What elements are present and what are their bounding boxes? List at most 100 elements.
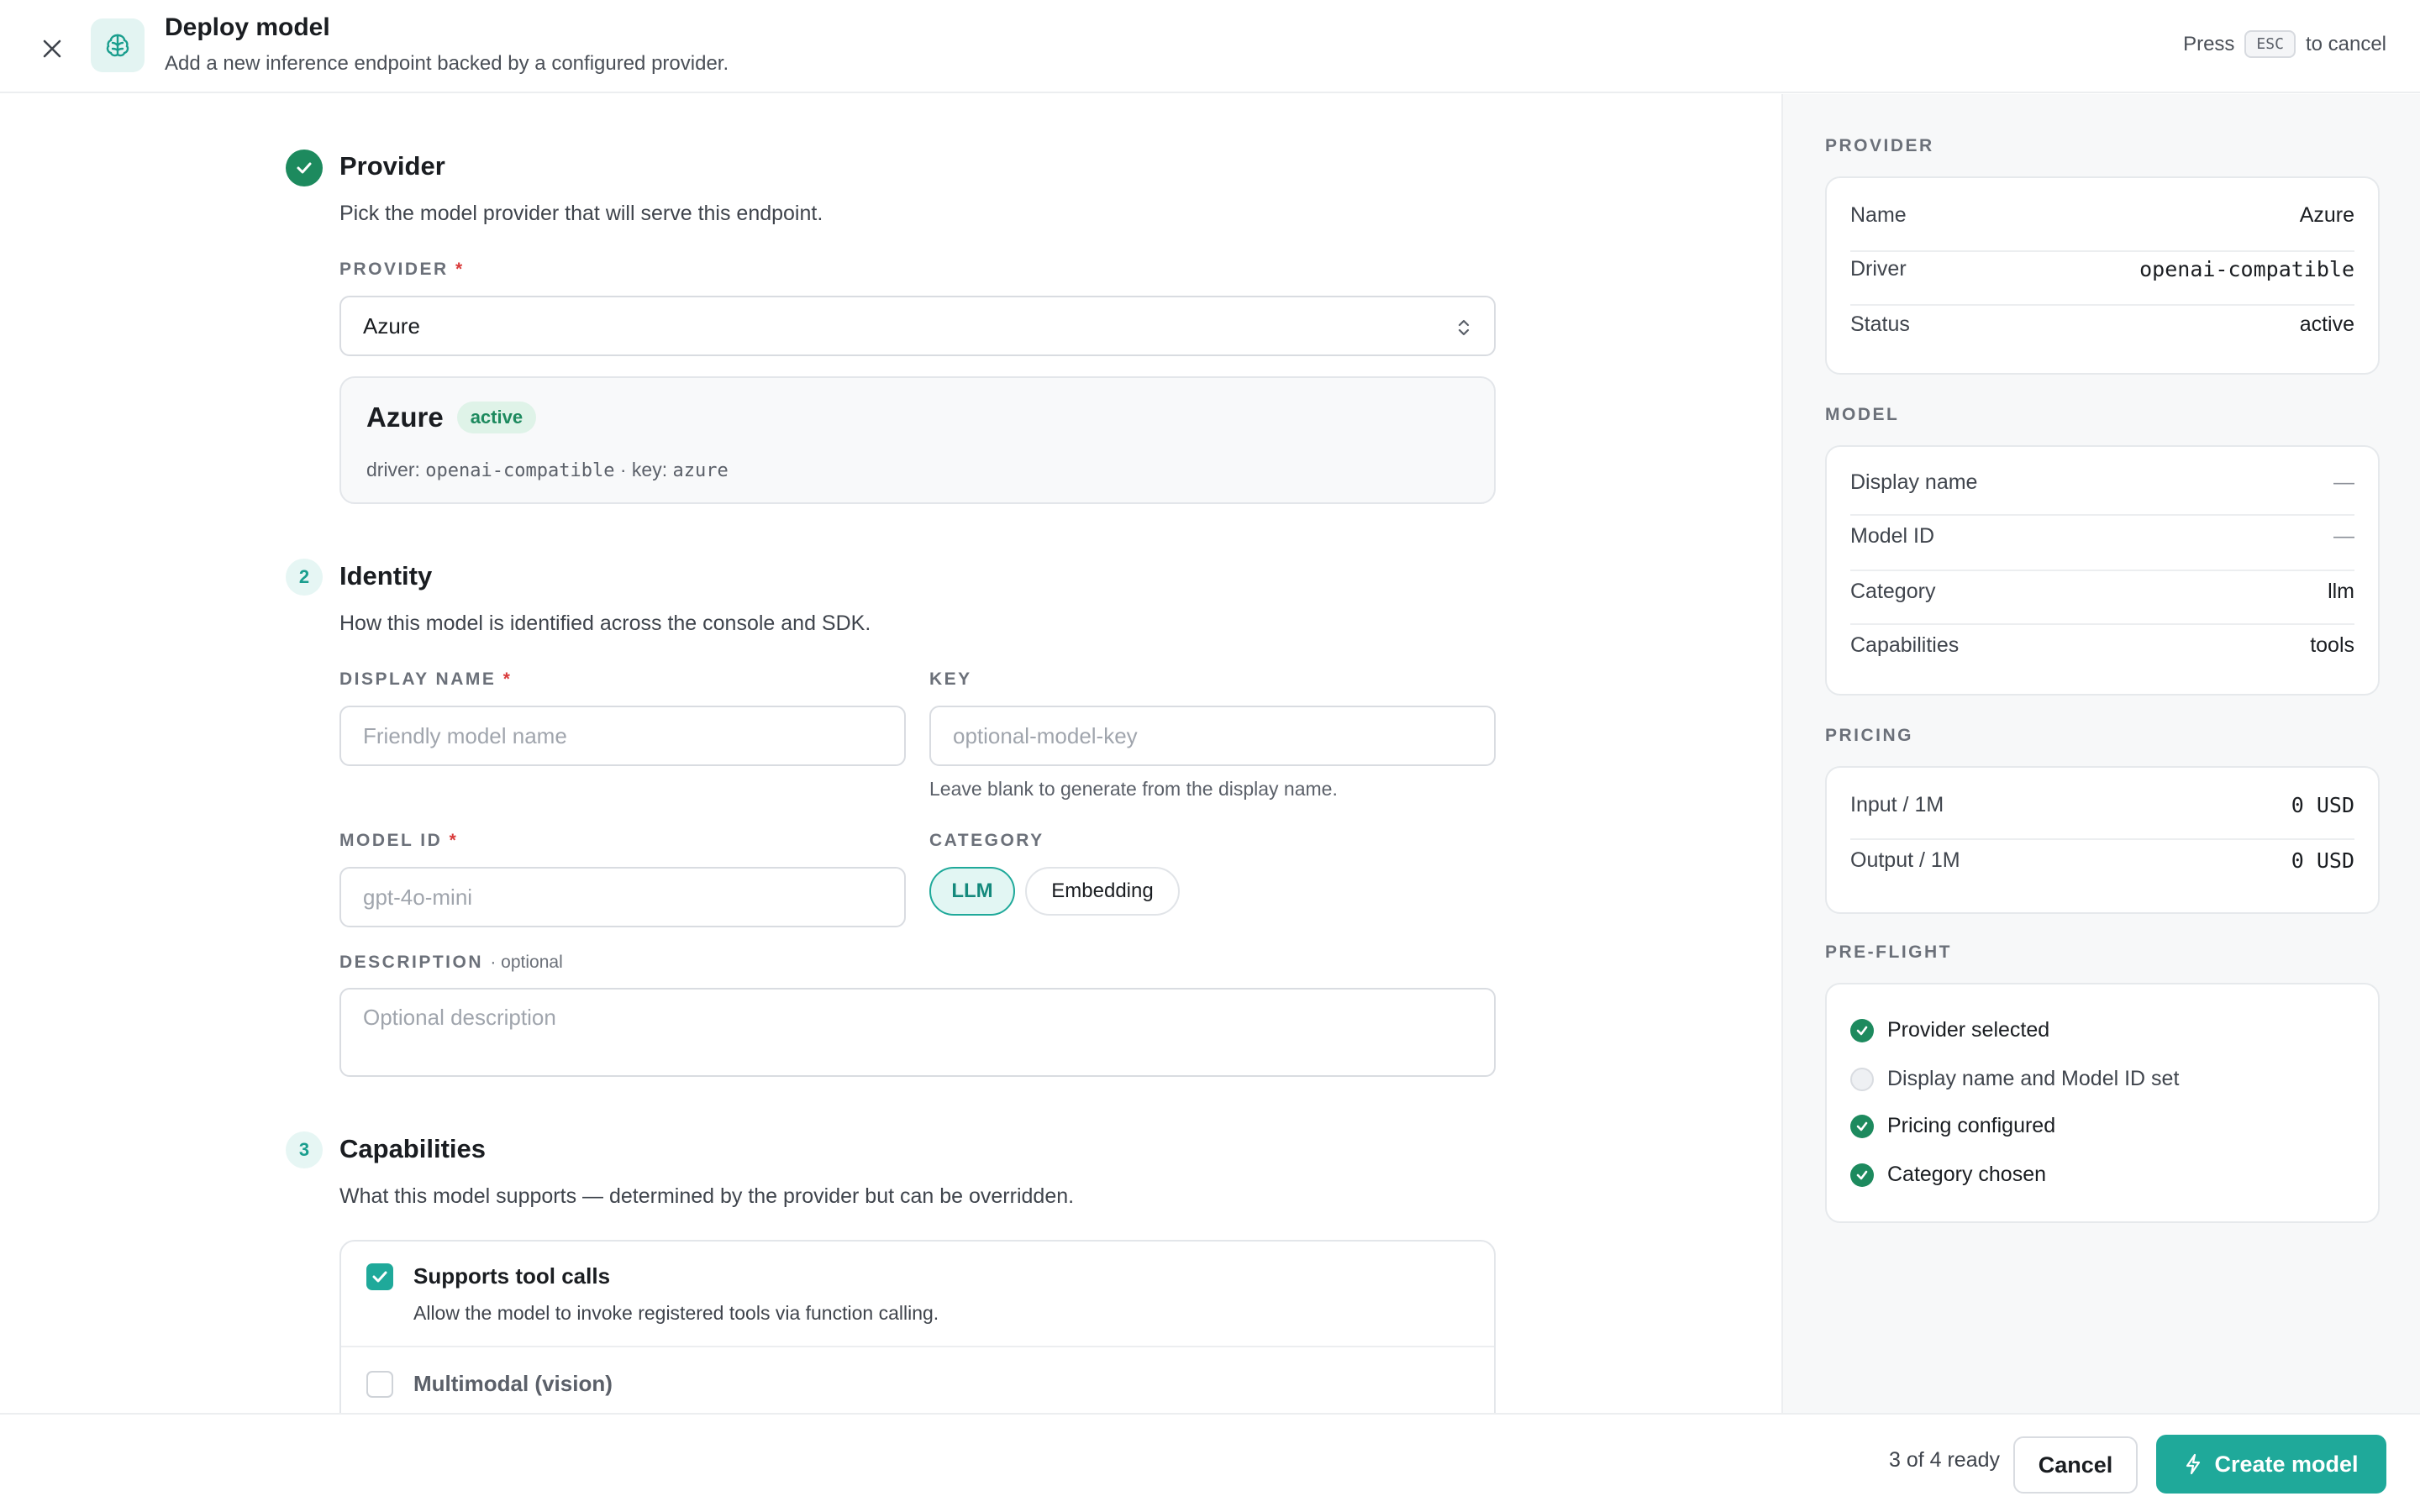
dialog-header: Deploy model Add a new inference endpoin… — [0, 0, 2420, 93]
section-desc-capabilities: What this model supports — determined by… — [339, 1184, 1075, 1208]
esc-hint-suffix: to cancel — [2305, 32, 2386, 55]
required-marker: * — [455, 260, 465, 279]
chevron-updown-icon — [1458, 319, 1470, 336]
esc-hint-prefix: Press — [2183, 32, 2235, 55]
esc-hint: Press ESC to cancel — [2183, 30, 2386, 58]
summary-row: Output / 1M 0 USD — [1850, 848, 2354, 873]
category-option-llm[interactable]: LLM — [929, 867, 1015, 916]
summary-key: Input / 1M — [1850, 793, 1944, 816]
section-desc-provider: Pick the model provider that will serve … — [339, 202, 823, 225]
display-name-label-text: DISPLAY NAME — [339, 669, 497, 689]
model-id-label: MODEL ID * — [339, 831, 458, 851]
capabilities-list: Supports tool calls Allow the model to i… — [339, 1240, 1496, 1413]
divider — [1850, 304, 2354, 306]
meta-separator: · — [619, 459, 627, 480]
summary-row: Status active — [1850, 312, 2354, 337]
provider-info-card: Azure active driver: openai-compatible ·… — [339, 376, 1496, 504]
description-label: DESCRIPTION · optional — [339, 953, 563, 973]
summary-row: Model ID — — [1850, 524, 2354, 549]
capability-item[interactable]: Supports tool calls Allow the model to i… — [341, 1242, 1494, 1347]
sidebar-pricing-label: PRICING — [1825, 726, 1914, 745]
status-badge: active — [456, 402, 537, 433]
summary-value: 0 USD — [2291, 848, 2354, 873]
provider-select[interactable]: Azure — [339, 296, 1496, 356]
required-marker: * — [449, 831, 459, 850]
check-circle-icon — [1850, 1114, 1874, 1138]
capability-title: Multimodal (vision) — [413, 1371, 613, 1396]
ready-status: 3 of 4 ready — [1888, 1448, 2000, 1472]
key-value: azure — [672, 460, 729, 481]
display-name-input[interactable] — [339, 706, 906, 766]
step-capabilities: 3 — [286, 1131, 323, 1168]
divider — [1850, 514, 2354, 516]
divider — [1850, 570, 2354, 571]
provider-card-header: Azure active — [366, 402, 537, 433]
close-icon[interactable] — [41, 38, 63, 60]
model-logo — [91, 18, 145, 72]
driver-label: driver: — [366, 459, 420, 480]
create-model-button[interactable]: Create model — [2156, 1435, 2386, 1494]
summary-row: Name Azure — [1850, 203, 2354, 228]
summary-value: active — [2299, 312, 2354, 336]
section-title-capabilities: Capabilities — [339, 1134, 486, 1163]
summary-key: Status — [1850, 312, 1910, 336]
key-input[interactable] — [929, 706, 1496, 766]
summary-value: tools — [2310, 633, 2354, 657]
preflight-label: Provider selected — [1887, 1018, 2050, 1042]
summary-key: Display name — [1850, 470, 1978, 494]
preflight-item: Display name and Model ID set — [1850, 1067, 2179, 1091]
create-model-label: Create model — [2214, 1451, 2359, 1477]
close-button[interactable] — [34, 30, 71, 67]
check-icon — [297, 162, 312, 174]
divider — [1850, 623, 2354, 625]
summary-row: Capabilities tools — [1850, 633, 2354, 658]
step-provider-done — [286, 150, 323, 186]
bolt-icon — [2186, 1453, 2201, 1475]
description-textarea[interactable] — [339, 988, 1496, 1077]
capability-checkbox-vision[interactable] — [366, 1371, 393, 1398]
provider-field-label: PROVIDER * — [339, 260, 465, 280]
model-id-input[interactable] — [339, 867, 906, 927]
cancel-button[interactable]: Cancel — [2013, 1436, 2138, 1494]
summary-key: Output / 1M — [1850, 848, 1960, 872]
pending-circle-icon — [1850, 1067, 1874, 1091]
summary-row: Display name — — [1850, 470, 2354, 495]
sidebar-preflight-card: Provider selected Display name and Model… — [1825, 983, 2380, 1223]
check-icon — [372, 1271, 387, 1283]
summary-key: Name — [1850, 203, 1907, 227]
section-title-provider: Provider — [339, 151, 445, 181]
sidebar-preflight-label: PRE-FLIGHT — [1825, 942, 1952, 962]
preflight-item: Category chosen — [1850, 1163, 2046, 1187]
optional-marker: · optional — [490, 953, 563, 972]
capability-checkbox-tools[interactable] — [366, 1263, 393, 1290]
required-marker: * — [502, 669, 513, 689]
category-option-embedding[interactable]: Embedding — [1025, 867, 1180, 916]
brain-icon — [106, 34, 129, 57]
summary-row: Category llm — [1850, 580, 2354, 604]
summary-key: Capabilities — [1850, 633, 1960, 657]
dialog-subtitle: Add a new inference endpoint backed by a… — [165, 52, 729, 75]
summary-value: — — [2333, 470, 2354, 494]
sidebar-pricing-card: Input / 1M 0 USD Output / 1M 0 USD — [1825, 766, 2380, 914]
esc-key: ESC — [2244, 30, 2296, 58]
dialog-title: Deploy model — [165, 13, 330, 41]
provider-card-meta: driver: openai-compatible · key: azure — [366, 459, 729, 481]
section-desc-identity: How this model is identified across the … — [339, 612, 871, 635]
model-id-label-text: MODEL ID — [339, 831, 443, 850]
key-label: key: — [631, 459, 668, 480]
form-main: Provider Pick the model provider that wi… — [0, 94, 1781, 1413]
summary-value: llm — [2328, 580, 2354, 603]
summary-value: 0 USD — [2291, 793, 2354, 817]
capability-desc: Allow the model to invoke registered too… — [413, 1302, 939, 1324]
key-hint: Leave blank to generate from the display… — [929, 778, 1338, 800]
provider-card-name: Azure — [366, 402, 444, 433]
summary-row: Driver openai-compatible — [1850, 257, 2354, 281]
summary-value: — — [2333, 524, 2354, 548]
driver-value: openai-compatible — [425, 460, 615, 481]
preflight-label: Pricing configured — [1887, 1114, 2056, 1137]
provider-select-value: Azure — [363, 312, 420, 339]
summary-key: Driver — [1850, 257, 1907, 281]
check-circle-icon — [1850, 1018, 1874, 1042]
preflight-label: Display name and Model ID set — [1887, 1067, 2180, 1090]
capability-item[interactable]: Multimodal (vision) — [341, 1347, 1494, 1413]
